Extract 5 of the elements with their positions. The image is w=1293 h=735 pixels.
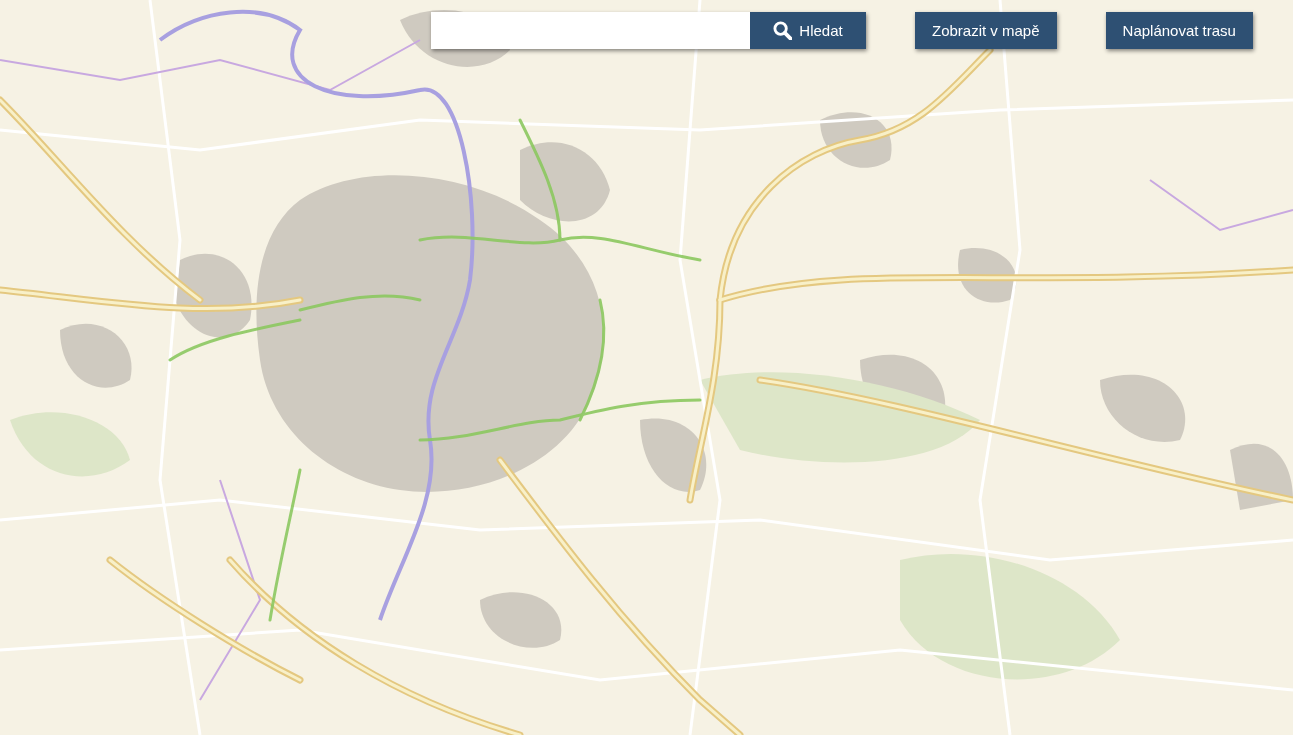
search-button[interactable]: Hledat <box>750 12 866 49</box>
search-icon <box>773 21 793 40</box>
map-action-button[interactable]: Zobrazit v mapě <box>915 12 1057 49</box>
map-action-button[interactable]: Naplánovat trasu <box>1105 12 1253 49</box>
search-field[interactable] <box>431 12 750 49</box>
